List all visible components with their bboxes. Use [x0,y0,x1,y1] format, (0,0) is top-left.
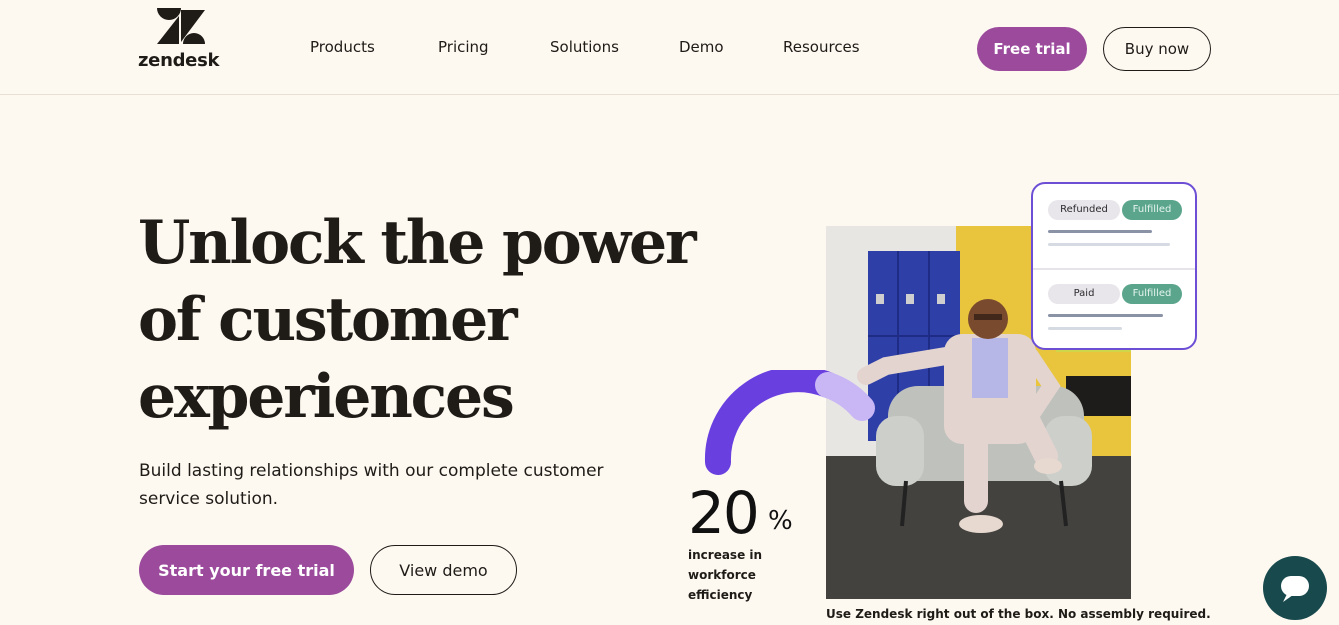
headline-line-3: experiences [138,362,515,432]
status-badge-refunded: Refunded [1048,200,1120,220]
nav-pricing[interactable]: Pricing [438,38,489,56]
stat-unit: % [768,506,793,536]
buy-now-button[interactable]: Buy now [1103,27,1211,71]
photo-caption: Use Zendesk right out of the box. No ass… [826,607,1211,621]
headline-line-2: of customer [138,285,518,355]
placeholder-line [1048,243,1170,246]
headline-line-1: Unlock the power [138,208,697,278]
order-row: Paid Fulfilled [1033,268,1195,348]
free-trial-button[interactable]: Free trial [977,27,1087,71]
stat-description: increase in workforce efficiency [688,548,763,602]
start-free-trial-button[interactable]: Start your free trial [139,545,354,595]
stat-value: 20 [688,479,760,547]
placeholder-line [1048,327,1122,330]
placeholder-line [1048,314,1163,317]
nav-demo[interactable]: Demo [679,38,724,56]
nav-products[interactable]: Products [310,38,375,56]
order-row: Refunded Fulfilled [1033,184,1195,266]
status-badge-paid: Paid [1048,284,1120,304]
hero-headline: Unlock the power of customer experiences [138,205,698,436]
chat-launcher-button[interactable] [1263,556,1327,620]
view-demo-button[interactable]: View demo [370,545,517,595]
chat-bubble-icon [1281,576,1309,602]
nav-solutions[interactable]: Solutions [550,38,619,56]
status-badge-fulfilled: Fulfilled [1122,284,1182,304]
placeholder-line [1048,230,1152,233]
hero-subtext: Build lasting relationships with our com… [139,461,604,509]
zendesk-z-icon [157,8,205,44]
logo-wordmark: zendesk [138,50,220,71]
zendesk-logo[interactable]: zendesk [138,8,226,72]
order-status-card: Refunded Fulfilled Paid Fulfilled [1031,182,1197,350]
status-badge-fulfilled: Fulfilled [1122,200,1182,220]
progress-arc-graphic [704,370,875,475]
site-header: zendesk Products Pricing Solutions Demo … [0,0,1339,95]
nav-resources[interactable]: Resources [783,38,860,56]
